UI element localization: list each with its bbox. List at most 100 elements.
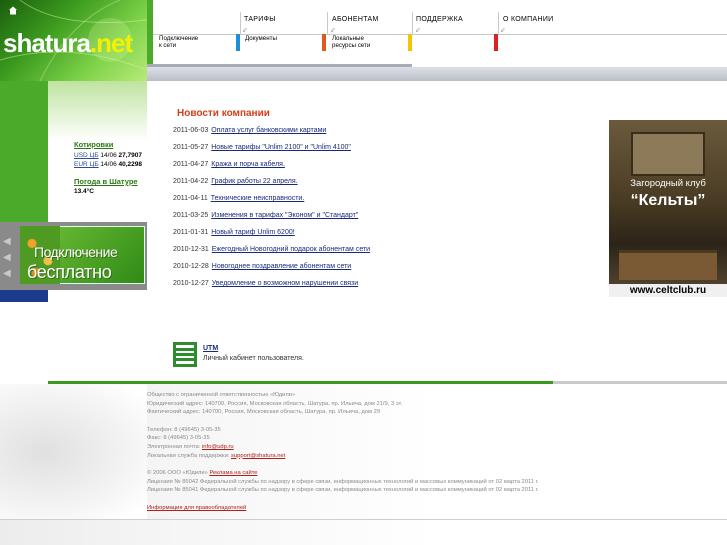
quote-date: 14/06	[100, 152, 117, 159]
news-date: 2011-06-03	[173, 127, 209, 134]
news-list: 2011-06-03 Оплата услуг банковскими карт…	[173, 126, 603, 296]
weather-title[interactable]: Погода в Шатуре	[74, 177, 138, 186]
news-date: 2011-04-22	[173, 178, 209, 185]
ads-link[interactable]: Реклама на сайте	[209, 470, 257, 476]
quote-row: EUR ЦБ 14/06 40,2298	[74, 160, 154, 169]
utm-icon[interactable]	[173, 342, 197, 367]
weather-value: 13.4°С	[74, 188, 94, 195]
email-label: Электронная почта:	[147, 443, 201, 450]
copyright: © 2006 ООО «Юдили»	[147, 470, 208, 477]
news-item: 2011-06-03 Оплата услуг банковскими карт…	[173, 126, 603, 143]
subnav-item-local-resources[interactable]: Локальные ресурсы сети	[332, 35, 371, 49]
email-link[interactable]: info@udp.ru	[202, 444, 234, 450]
copyright-row: © 2006 ООО «Юдили» Реклама на сайте	[147, 469, 707, 478]
news-item: 2011-03-25 Изменения в тарифах "Эконом" …	[173, 211, 603, 228]
support-row: Локальная служба поддержки: support@shat…	[147, 452, 707, 461]
logo-area: shatura.net	[0, 0, 147, 81]
news-link[interactable]: Новый тариф Unlim 6200!	[211, 229, 294, 236]
news-link[interactable]: Уведомление о возможном нарушении связи	[212, 280, 358, 287]
quote-date: 14/06	[100, 161, 117, 168]
actual-address: Фактический адрес: 140700, Россия, Моско…	[147, 409, 381, 416]
news-link[interactable]: Новогоднее поздравление абонентам сети	[212, 263, 351, 270]
news-date: 2011-03-25	[173, 212, 209, 219]
news-date: 2011-01-31	[173, 229, 209, 236]
header: shatura.net ТАРИФЫ ⇙ АБОНЕНТАМ ⇙ ПОДДЕРЖ…	[0, 0, 727, 81]
banner-arrow-icons: ◀ ◀ ◀	[3, 236, 11, 279]
phone: Телефон: 8 (49645) 3-05-35	[147, 426, 221, 433]
left-blue-strip	[0, 290, 48, 302]
logo-net-text: .net	[89, 28, 133, 58]
rights-holders-link[interactable]: Информация для правообладателей	[147, 505, 246, 511]
news-date: 2011-04-27	[173, 161, 209, 168]
news-link[interactable]: Оплата услуг банковскими картами	[211, 127, 326, 134]
chevron-icon: ⇙	[330, 27, 336, 34]
nav-item-tariffs[interactable]: ТАРИФЫ	[244, 16, 276, 23]
nav-item-support[interactable]: ПОДДЕРЖКА	[416, 16, 463, 23]
legal-address: Юридический адрес: 140700, Россия, Моско…	[147, 400, 403, 407]
subnav-color-bar	[408, 34, 412, 51]
nav-item-about[interactable]: О КОМПАНИИ	[503, 16, 553, 23]
news-item: 2011-01-31 Новый тариф Unlim 6200!	[173, 228, 603, 245]
footer-bottom-line	[0, 519, 727, 520]
news-link[interactable]: Ежегодный Новогодний подарок абонентам с…	[212, 246, 370, 253]
quotes-widget: Котировки USD ЦБ 14/06 27,7907 EUR ЦБ 14…	[74, 140, 154, 169]
home-icon[interactable]	[8, 6, 18, 15]
news-date: 2010-12-28	[173, 263, 209, 270]
subnav-line: Документы	[245, 35, 277, 42]
fireplace-image	[631, 132, 705, 176]
chevron-icon: ⇙	[415, 27, 421, 34]
quote-currency[interactable]: EUR ЦБ	[74, 161, 99, 168]
news-item: 2010-12-27 Уведомление о возможном наруш…	[173, 279, 603, 296]
nav-divider	[327, 12, 328, 34]
news-link[interactable]: Кража и порча кабеля.	[211, 161, 285, 168]
nav-item-subscribers[interactable]: АБОНЕНТАМ	[332, 16, 379, 23]
chevron-icon: ⇙	[242, 27, 248, 34]
ad-line1: Загородный клуб	[630, 178, 706, 189]
news-link[interactable]: Изменения в тарифах "Эконом" и "Стандарт…	[211, 212, 358, 219]
utm-link[interactable]: UTM	[203, 345, 218, 352]
promo-banner-line1: Подключение	[34, 244, 118, 260]
news-date: 2010-12-31	[173, 246, 209, 253]
news-link[interactable]: Новые тарифы "Unlim 2100" и "Unlim 4100"	[211, 144, 351, 151]
license-1: Лицензия № 85042 Федеральной службы по н…	[147, 478, 539, 485]
subnav-line: ресурсы сети	[332, 41, 371, 49]
news-item: 2010-12-28 Новогоднее поздравление абоне…	[173, 262, 603, 279]
ad-url: www.celtclub.ru	[609, 284, 727, 297]
quote-row: USD ЦБ 14/06 27,7907	[74, 151, 154, 160]
subnav-color-bar	[236, 34, 240, 51]
quote-value: 40,2298	[118, 161, 143, 168]
support-email-link[interactable]: support@shatura.net	[231, 453, 285, 459]
chevron-icon: ⇙	[500, 27, 506, 34]
weather-widget: Погода в Шатуре 13.4°С	[74, 177, 138, 195]
footer-decoration	[0, 384, 147, 520]
news-link[interactable]: График работы 22 апреля.	[211, 178, 297, 185]
news-link[interactable]: Технические неисправности.	[211, 195, 305, 202]
promo-banner-line2: бесплатно	[27, 262, 112, 282]
nav-divider	[240, 12, 241, 34]
nav-divider	[498, 12, 499, 34]
left-column-gradient	[48, 81, 147, 141]
quote-value: 27,7907	[118, 152, 143, 159]
utm-description: Личный кабинет пользователя.	[203, 355, 304, 362]
subnav-line: к сети	[159, 41, 177, 49]
celt-club-banner[interactable]: Загородный клуб “Кельты” www.celtclub.ru	[609, 120, 727, 297]
news-date: 2011-05-27	[173, 144, 209, 151]
subnav-item-documents[interactable]: Документы	[245, 35, 277, 43]
license-2: Лицензия № 85041 Федеральной службы по н…	[147, 487, 539, 494]
email-row: Электронная почта: info@udp.ru	[147, 443, 707, 452]
news-date: 2010-12-27	[173, 280, 209, 287]
news-item: 2011-05-27 Новые тарифы "Unlim 2100" и "…	[173, 143, 603, 160]
news-section-title: Новости компании	[177, 108, 270, 119]
subnav-item-connection[interactable]: Подключение к сети	[159, 35, 198, 49]
news-item: 2011-04-11 Технические неисправности.	[173, 194, 603, 211]
site-logo[interactable]: shatura.net	[3, 28, 133, 59]
news-item: 2011-04-27 Кража и порча кабеля.	[173, 160, 603, 177]
promo-banner[interactable]: ◀ ◀ ◀ Подключение бесплатно	[0, 222, 147, 290]
subnav-color-bar	[322, 34, 326, 51]
quote-currency[interactable]: USD ЦБ	[74, 152, 99, 159]
quotes-title[interactable]: Котировки	[74, 140, 154, 149]
footer-text: Общество с ограниченной ответственностью…	[147, 391, 707, 513]
nav-divider	[412, 12, 413, 34]
news-item: 2011-04-22 График работы 22 апреля.	[173, 177, 603, 194]
news-item: 2010-12-31 Ежегодный Новогодний подарок …	[173, 245, 603, 262]
